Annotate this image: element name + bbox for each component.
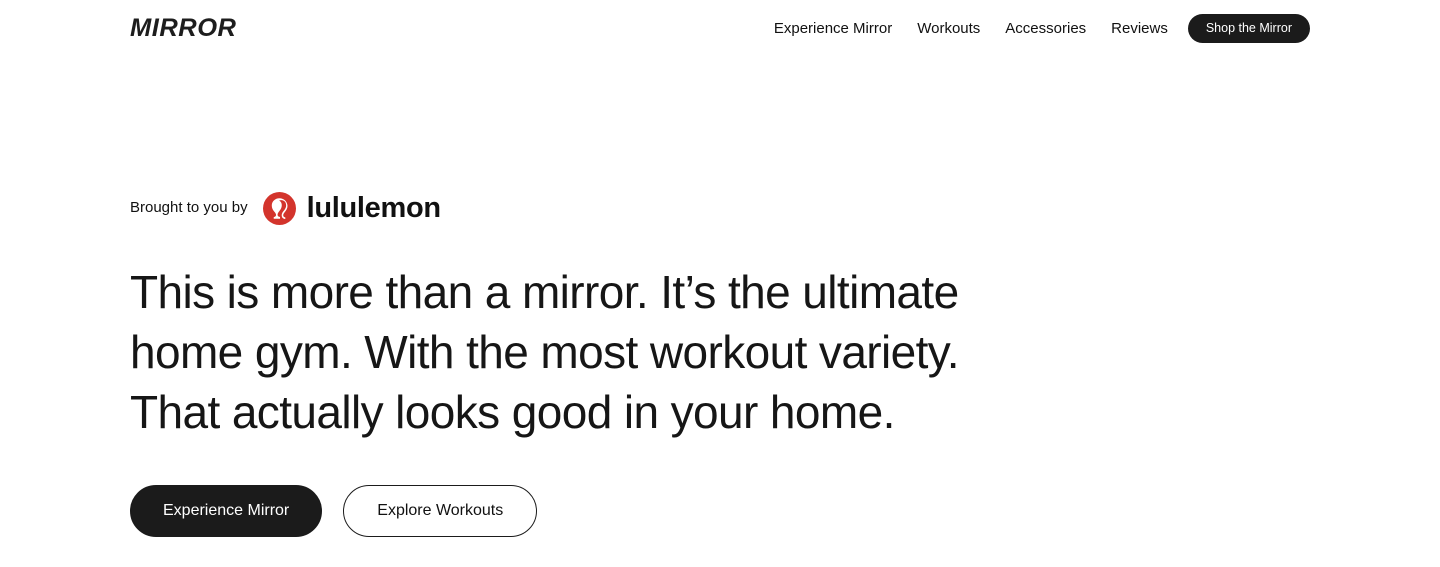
shop-the-mirror-button[interactable]: Shop the Mirror	[1187, 14, 1310, 43]
brought-to-you-by-row: Brought to you by lululemon	[130, 188, 441, 228]
nav-link-accessories[interactable]: Accessories	[1005, 19, 1086, 39]
lululemon-wordmark: lululemon	[306, 191, 442, 224]
lululemon-lockup: lululemon	[262, 191, 442, 225]
hero-cta-row: Experience Mirror Explore Workouts	[130, 485, 538, 537]
brought-to-you-by-label: Brought to you by	[130, 199, 248, 216]
nav-link-workouts[interactable]: Workouts	[917, 19, 980, 39]
lululemon-omega-icon	[262, 191, 296, 225]
page-root: MIRROR Experience Mirror Workouts Access…	[0, 0, 1440, 567]
explore-workouts-button[interactable]: Explore Workouts	[343, 485, 538, 537]
hero-headline: This is more than a mirror. It’s the ult…	[130, 266, 960, 438]
mirror-wordmark-logo[interactable]: MIRROR	[130, 13, 236, 43]
site-header: MIRROR Experience Mirror Workouts Access…	[0, 0, 1440, 57]
nav-link-experience-mirror[interactable]: Experience Mirror	[774, 19, 892, 39]
nav-link-reviews[interactable]: Reviews	[1111, 19, 1168, 39]
experience-mirror-button[interactable]: Experience Mirror	[130, 485, 323, 537]
main-navigation: Experience Mirror Workouts Accessories R…	[774, 0, 1310, 57]
